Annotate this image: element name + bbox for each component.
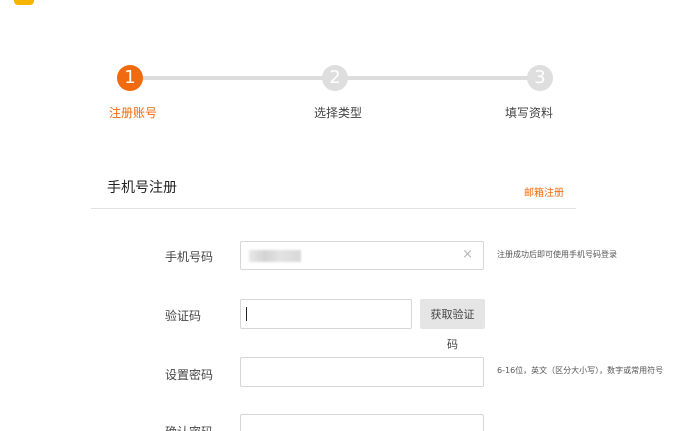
registration-page: 1 2 3 注册账号 选择类型 填写资料 手机号注册 邮箱注册 手机号码 × 注… [0, 0, 691, 431]
step-3-indicator: 3 [527, 65, 553, 91]
step-2-indicator: 2 [322, 65, 348, 91]
text-caret [246, 307, 247, 321]
close-icon[interactable]: × [462, 248, 473, 262]
step-connector-1 [141, 76, 324, 80]
registration-stepper: 1 2 3 注册账号 选择类型 填写资料 [0, 62, 691, 122]
step-3-label: 填写资料 [505, 106, 554, 120]
phone-hint: 注册成功后即可使用手机号码登录 [497, 250, 617, 259]
email-register-link[interactable]: 邮箱注册 [524, 184, 564, 199]
logo-icon [14, 0, 34, 5]
section-title: 手机号注册 [107, 180, 177, 196]
password-field[interactable] [240, 357, 484, 387]
confirm-input[interactable] [241, 418, 483, 431]
password-label: 设置密码 [165, 368, 214, 382]
code-label: 验证码 [165, 309, 202, 323]
code-field[interactable] [240, 299, 412, 329]
step-2-label: 选择类型 [314, 106, 363, 120]
step-connector-2 [347, 76, 529, 80]
code-input[interactable] [241, 300, 411, 328]
confirm-field[interactable] [240, 414, 484, 431]
password-hint: 6-16位，英文（区分大小写），数字或常用符号 [497, 366, 664, 375]
get-code-button[interactable]: 获取验证码 [420, 299, 485, 351]
step-1-indicator: 1 [117, 65, 143, 91]
step-1-label: 注册账号 [109, 106, 158, 120]
password-input[interactable] [241, 358, 483, 386]
phone-label: 手机号码 [165, 250, 214, 264]
section-divider [91, 208, 576, 209]
phone-field[interactable]: × [240, 241, 484, 270]
confirm-label: 确认密码 [165, 423, 213, 431]
phone-value-redacted [249, 250, 301, 262]
